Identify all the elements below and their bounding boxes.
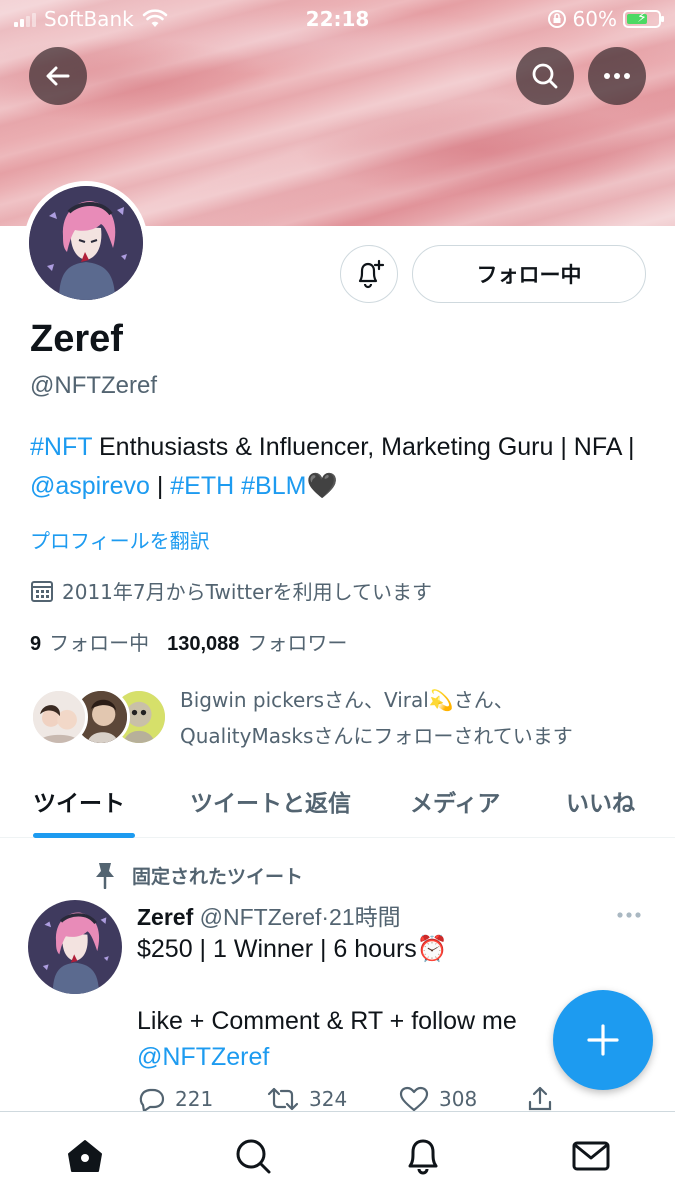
more-icon: [617, 912, 641, 918]
reply-button[interactable]: 221: [137, 1085, 213, 1113]
compose-tweet-button[interactable]: [553, 990, 653, 1090]
tweet-mention-link[interactable]: @NFTZeref: [137, 1039, 567, 1075]
tab-tweets-and-replies[interactable]: ツイートと返信: [190, 784, 351, 818]
home-icon: [68, 1140, 102, 1172]
battery-icon: ⚡: [623, 10, 664, 28]
avatar-image: [28, 900, 122, 994]
search-button[interactable]: [516, 47, 574, 105]
bell-icon: [408, 1139, 438, 1175]
status-left: SoftBank: [14, 7, 168, 31]
followers-label: フォロワー: [247, 631, 348, 655]
bio-separator: |: [149, 472, 171, 500]
tweet-author-handle[interactable]: @NFTZeref: [200, 904, 322, 930]
tab-media[interactable]: メディア: [410, 784, 500, 818]
like-button[interactable]: 308: [399, 1085, 477, 1113]
followers-count: 130,088: [167, 633, 240, 655]
translate-profile-link[interactable]: プロフィールを翻訳: [30, 525, 210, 554]
avatar-image: [29, 186, 143, 300]
battery-percent: 60%: [572, 7, 617, 31]
tweet-more-button[interactable]: [616, 904, 642, 923]
profile-name: Zeref: [30, 318, 123, 360]
back-arrow-icon: [46, 66, 70, 86]
heart-icon: [399, 1086, 429, 1112]
more-icon: [604, 73, 630, 79]
profile-bio: #NFT Enthusiasts & Influencer, Marketing…: [30, 428, 650, 506]
tweet-time[interactable]: ·21時間: [321, 904, 400, 930]
followers-count-link[interactable]: 130,088 フォロワー: [167, 627, 347, 656]
pinned-text: 固定されたツイート: [132, 865, 304, 888]
followed-by-line2: QualityMasksさんにフォローされています: [180, 724, 573, 748]
more-button[interactable]: [588, 47, 646, 105]
like-count: 308: [439, 1087, 478, 1111]
followed-by-text: Bigwin pickersさん、Viral💫さん、 QualityMasksさ…: [180, 682, 573, 754]
orientation-lock-icon: [547, 10, 566, 28]
pinned-tweet-label: 固定されたツイート: [92, 861, 303, 889]
follower-avatar: [30, 688, 88, 746]
nav-home[interactable]: [63, 1134, 107, 1178]
nav-messages[interactable]: [569, 1134, 613, 1178]
joined-text: 2011年7月からTwitterを利用しています: [62, 580, 433, 604]
hashtag-link-blm[interactable]: #BLM: [241, 472, 306, 500]
tab-tweets[interactable]: ツイート: [33, 784, 125, 818]
notify-button[interactable]: [340, 245, 398, 303]
hashtag-link-nft[interactable]: #NFT: [30, 433, 92, 461]
following-button[interactable]: フォロー中: [412, 245, 646, 303]
plus-icon: [587, 1024, 619, 1056]
profile-tabs: ツイート ツイートと返信 メディア いいね: [0, 770, 675, 838]
followed-by-section[interactable]: Bigwin pickersさん、Viral💫さん、 QualityMasksさ…: [30, 682, 650, 752]
tweet-author-avatar[interactable]: [28, 900, 122, 994]
reply-count: 221: [175, 1087, 214, 1111]
reply-icon: [139, 1088, 165, 1113]
tweet-header: Zeref @NFTZeref·21時間: [137, 898, 401, 932]
share-icon: [528, 1086, 552, 1111]
following-label: フォロー中: [49, 631, 150, 655]
search-icon: [532, 63, 558, 89]
share-button[interactable]: [527, 1085, 553, 1113]
tweet-line: $250 | 1 Winner | 6 hours⏰: [137, 935, 448, 963]
signal-icon: [14, 11, 36, 27]
retweet-button[interactable]: 324: [267, 1085, 347, 1113]
tab-likes[interactable]: いいね: [566, 784, 635, 818]
mail-icon: [572, 1141, 610, 1171]
followed-by-line1: Bigwin pickersさん、Viral💫さん、: [180, 688, 514, 712]
following-count-link[interactable]: 9 フォロー中: [30, 627, 149, 656]
mention-link-aspirevo[interactable]: @aspirevo: [30, 472, 150, 500]
status-bar: SoftBank 22:18 60% ⚡: [0, 0, 675, 38]
tweet-text[interactable]: $250 | 1 Winner | 6 hours⏰ Like + Comment…: [137, 931, 567, 1075]
calendar-icon: [31, 580, 53, 602]
profile-avatar[interactable]: [24, 181, 148, 305]
active-tab-indicator: [33, 833, 135, 838]
status-right: 60% ⚡: [547, 7, 664, 31]
follow-counts: 9 フォロー中 130,088 フォロワー: [30, 627, 347, 656]
retweet-icon: [267, 1087, 299, 1111]
profile-handle: @NFTZeref: [30, 372, 158, 399]
joined-date: 2011年7月からTwitterを利用しています: [30, 576, 432, 605]
hashtag-link-eth[interactable]: #ETH: [170, 472, 234, 500]
bio-text: Enthusiasts & Influencer, Marketing Guru…: [92, 433, 635, 461]
nav-explore[interactable]: [231, 1134, 275, 1178]
tweet-line: Like + Comment & RT + follow me: [137, 1007, 517, 1035]
notification-bell-plus-icon: [358, 259, 385, 289]
bottom-navigation: [0, 1111, 675, 1200]
pin-icon: [96, 863, 114, 889]
nav-notifications[interactable]: [401, 1134, 445, 1178]
tweet-author-name[interactable]: Zeref: [137, 904, 193, 930]
black-heart-emoji: 🖤: [306, 472, 338, 500]
carrier-label: SoftBank: [44, 7, 134, 31]
retweet-count: 324: [309, 1087, 348, 1111]
search-icon: [236, 1139, 271, 1174]
following-count: 9: [30, 633, 42, 655]
wifi-icon: [142, 9, 168, 27]
back-button[interactable]: [29, 47, 87, 105]
